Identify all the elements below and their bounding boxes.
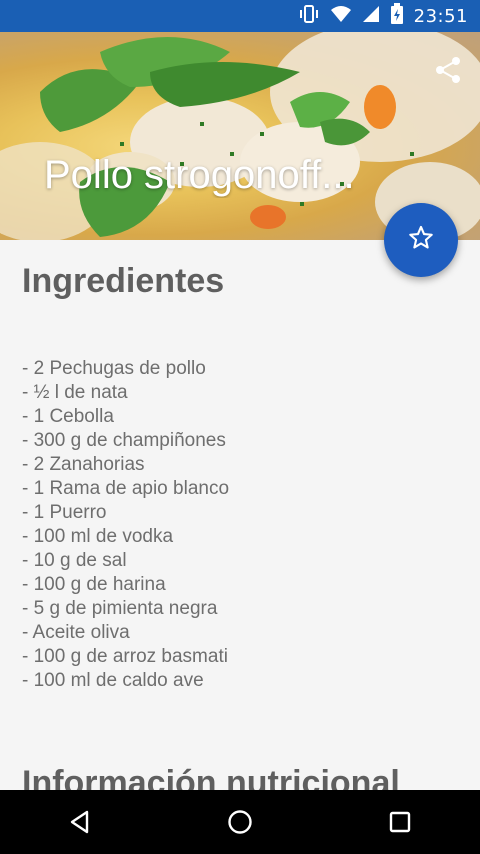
ingredient-item: - 100 ml de vodka xyxy=(22,526,174,547)
navigation-bar xyxy=(0,790,480,854)
ingredient-item: - 1 Cebolla xyxy=(22,406,114,427)
home-icon xyxy=(228,810,252,834)
recents-button[interactable] xyxy=(370,792,430,852)
ingredient-item: - Aceite oliva xyxy=(22,622,130,643)
ingredient-item: - 300 g de champiñones xyxy=(22,430,226,451)
signal-icon xyxy=(362,4,380,28)
ingredient-item: - 100 g de arroz basmati xyxy=(22,646,228,667)
ingredient-item: - 10 g de sal xyxy=(22,550,127,571)
ingredient-item: - 2 Zanahorias xyxy=(22,454,145,475)
vibrate-icon xyxy=(298,4,320,28)
recents-icon xyxy=(389,811,411,833)
share-icon[interactable] xyxy=(432,54,464,86)
back-button[interactable] xyxy=(50,792,110,852)
ingredients-list: - 2 Pechugas de pollo - ½ l de nata - 1 … xyxy=(22,357,462,693)
favorite-button[interactable] xyxy=(384,203,458,277)
ingredient-item: - 100 ml de caldo ave xyxy=(22,670,204,691)
wifi-icon xyxy=(330,4,352,28)
status-bar: 23:51 xyxy=(0,0,480,32)
ingredient-item: - 2 Pechugas de pollo xyxy=(22,358,206,379)
back-icon xyxy=(70,810,89,834)
ingredient-item: - ½ l de nata xyxy=(22,382,128,403)
ingredient-item: - 1 Rama de apio blanco xyxy=(22,478,230,499)
recipe-title: Pollo strogonoff... xyxy=(44,153,355,197)
battery-icon xyxy=(390,3,404,29)
recipe-content: Ingredientes - 2 Pechugas de pollo - ½ l… xyxy=(22,262,462,693)
home-button[interactable] xyxy=(210,792,270,852)
ingredient-item: - 5 g de pimienta negra xyxy=(22,598,218,619)
star-icon xyxy=(407,224,435,256)
ingredient-item: - 1 Puerro xyxy=(22,502,107,523)
clock: 23:51 xyxy=(413,5,468,27)
ingredient-item: - 100 g de harina xyxy=(22,574,166,595)
